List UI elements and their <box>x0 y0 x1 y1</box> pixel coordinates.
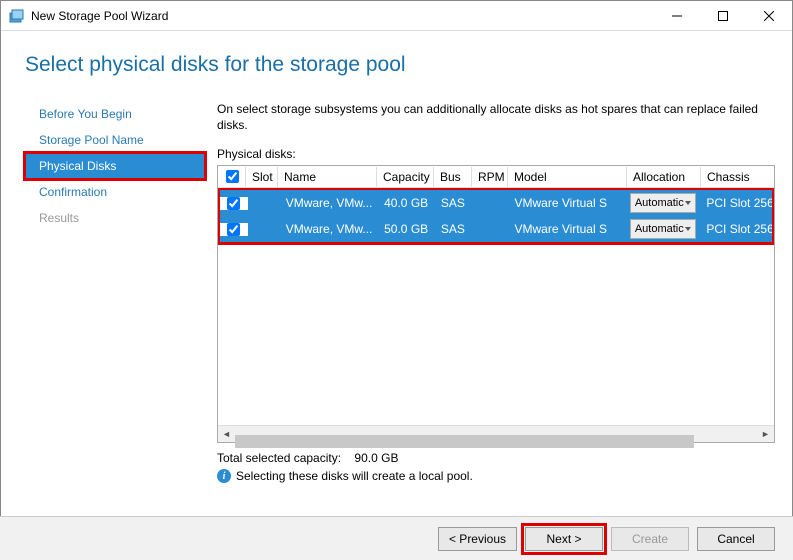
physical-disks-grid: Slot Name Capacity Bus RPM Model Allocat… <box>217 165 775 443</box>
nav-before-you-begin[interactable]: Before You Begin <box>25 101 205 127</box>
close-button[interactable] <box>746 1 792 31</box>
horizontal-scrollbar[interactable]: ◄ ► <box>218 425 774 442</box>
window-title: New Storage Pool Wizard <box>31 9 168 23</box>
cell-name: VMware, VMw... <box>280 196 378 210</box>
nav-physical-disks[interactable]: Physical Disks <box>25 153 205 179</box>
cell-chassis: PCI Slot 256 <box>700 222 772 236</box>
scroll-left-icon[interactable]: ◄ <box>218 426 235 443</box>
cell-model: VMware Virtual S <box>509 196 627 210</box>
next-button[interactable]: Next > <box>525 527 603 551</box>
header-slot[interactable]: Slot <box>246 167 278 187</box>
physical-disks-label: Physical disks: <box>217 147 775 161</box>
intro-text: On select storage subsystems you can add… <box>217 101 775 133</box>
scroll-right-icon[interactable]: ► <box>757 426 774 443</box>
header-rpm[interactable]: RPM <box>472 167 508 187</box>
info-icon: i <box>217 469 231 483</box>
maximize-button[interactable] <box>700 1 746 31</box>
cancel-button[interactable]: Cancel <box>697 527 775 551</box>
header-model[interactable]: Model <box>508 167 627 187</box>
header-capacity[interactable]: Capacity <box>377 167 434 187</box>
minimize-button[interactable] <box>654 1 700 31</box>
table-row[interactable]: VMware, VMw... 50.0 GB SAS VMware Virtua… <box>220 216 772 242</box>
cell-capacity: 50.0 GB <box>378 222 435 236</box>
nav-storage-pool-name[interactable]: Storage Pool Name <box>25 127 205 153</box>
cell-capacity: 40.0 GB <box>378 196 435 210</box>
header-name[interactable]: Name <box>278 167 377 187</box>
header-chassis[interactable]: Chassis <box>701 167 773 187</box>
titlebar: New Storage Pool Wizard <box>1 1 792 31</box>
cell-bus: SAS <box>435 196 473 210</box>
cell-bus: SAS <box>435 222 473 236</box>
select-all-checkbox[interactable] <box>226 170 239 183</box>
create-button: Create <box>611 527 689 551</box>
page-title: Select physical disks for the storage po… <box>25 53 768 77</box>
header-allocation[interactable]: Allocation <box>627 167 701 187</box>
cell-model: VMware Virtual S <box>509 222 627 236</box>
info-message: i Selecting these disks will create a lo… <box>217 469 775 483</box>
table-row[interactable]: VMware, VMw... 40.0 GB SAS VMware Virtua… <box>220 190 772 216</box>
row-checkbox[interactable] <box>227 223 240 236</box>
scrollbar-thumb[interactable] <box>235 435 694 448</box>
previous-button[interactable]: < Previous <box>438 527 517 551</box>
cell-name: VMware, VMw... <box>280 222 378 236</box>
header-bus[interactable]: Bus <box>434 167 472 187</box>
nav-results: Results <box>25 205 205 231</box>
wizard-nav: Before You Begin Storage Pool Name Physi… <box>25 101 205 483</box>
total-capacity: Total selected capacity: 90.0 GB <box>217 451 775 465</box>
allocation-dropdown[interactable]: Automatic <box>630 219 696 239</box>
cell-chassis: PCI Slot 256 <box>700 196 772 210</box>
nav-confirmation[interactable]: Confirmation <box>25 179 205 205</box>
wizard-icon <box>9 8 25 24</box>
allocation-dropdown[interactable]: Automatic <box>630 193 696 213</box>
row-checkbox[interactable] <box>227 197 240 210</box>
grid-header: Slot Name Capacity Bus RPM Model Allocat… <box>218 166 774 188</box>
wizard-footer: < Previous Next > Create Cancel <box>0 516 793 560</box>
